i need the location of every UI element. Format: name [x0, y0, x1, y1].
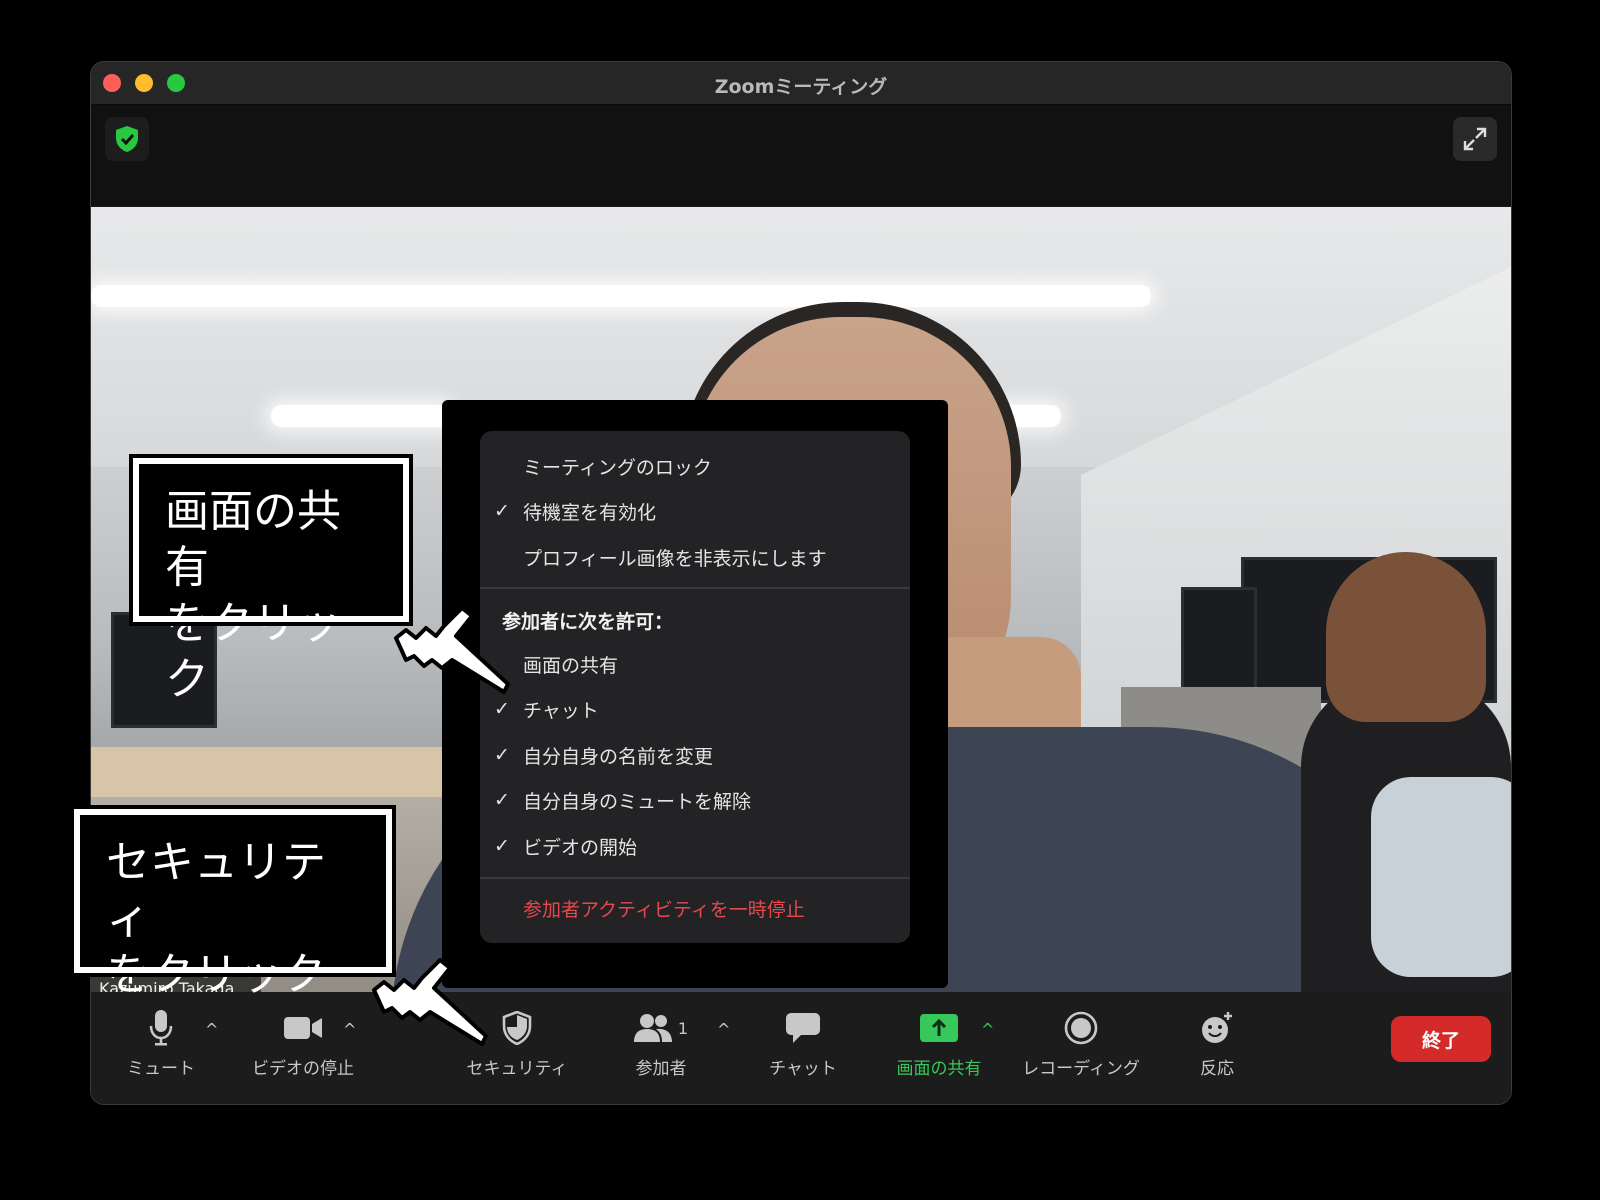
pointing-hand-icon	[394, 606, 510, 694]
fullscreen-icon[interactable]	[1453, 117, 1497, 161]
participants-icon: 1	[633, 1004, 689, 1052]
meeting-top-bar	[91, 105, 1511, 205]
checkmark-icon: ✓	[494, 789, 510, 811]
callout-click-security: セキュリティ をクリック	[70, 805, 396, 1000]
security-popup: ミーティングのロック ✓ 待機室を有効化 プロフィール画像を非表示にします 参加…	[442, 400, 948, 988]
video-options-caret[interactable]: ^	[343, 1020, 356, 1039]
callout-click-share-screen: 画面の共有 をクリック	[129, 454, 413, 705]
security-shield-icon	[502, 1004, 532, 1052]
emoji-reaction-icon	[1199, 1004, 1235, 1052]
participants-button[interactable]: 1 参加者	[619, 1004, 703, 1094]
meeting-toolbar: ミュート ^ ビデオの停止 ^ セキュリティ 1 参加者 ^ チャット 画面の共…	[91, 992, 1511, 1104]
menu-divider	[480, 877, 910, 879]
menu-item-hide-profile-pictures[interactable]: プロフィール画像を非表示にします	[480, 537, 910, 577]
microphone-icon	[149, 1004, 173, 1052]
background-person-hair	[1326, 552, 1486, 722]
menu-item-allow-start-video[interactable]: ✓ ビデオの開始	[480, 826, 910, 866]
menu-item-waiting-room[interactable]: ✓ 待機室を有効化	[480, 491, 910, 531]
chat-bubble-icon	[785, 1004, 821, 1052]
office-chair	[1371, 777, 1511, 977]
ceiling-light	[91, 285, 1151, 307]
end-meeting-button[interactable]: 終了	[1391, 1016, 1491, 1062]
ceiling-light	[271, 405, 451, 427]
security-menu: ミーティングのロック ✓ 待機室を有効化 プロフィール画像を非表示にします 参加…	[480, 431, 910, 943]
menu-item-allow-chat[interactable]: ✓ チャット	[480, 689, 910, 729]
chat-button[interactable]: チャット	[761, 1004, 845, 1094]
share-options-caret[interactable]: ^	[981, 1020, 994, 1039]
menu-item-allow-rename[interactable]: ✓ 自分自身の名前を変更	[480, 735, 910, 775]
menu-item-allow-share-screen[interactable]: 画面の共有	[480, 644, 910, 684]
mute-button[interactable]: ミュート	[121, 1004, 201, 1094]
checkmark-icon: ✓	[494, 500, 510, 522]
checkmark-icon: ✓	[494, 698, 510, 720]
window-title: Zoomミーティング	[714, 76, 888, 98]
title-bar: Zoomミーティング	[91, 62, 1511, 105]
menu-item-allow-unmute[interactable]: ✓ 自分自身のミュートを解除	[480, 780, 910, 820]
encryption-shield-icon[interactable]	[105, 117, 149, 161]
checkmark-icon: ✓	[494, 744, 510, 766]
office-desk	[91, 747, 451, 797]
video-camera-icon	[283, 1004, 323, 1052]
checkmark-icon: ✓	[494, 835, 510, 857]
allow-participants-header: 参加者に次を許可：	[502, 611, 674, 633]
menu-divider	[480, 587, 910, 589]
participants-count: 1	[677, 1018, 689, 1038]
participants-options-caret[interactable]: ^	[717, 1020, 730, 1039]
stop-video-button[interactable]: ビデオの停止	[243, 1004, 363, 1094]
menu-item-lock-meeting[interactable]: ミーティングのロック	[480, 446, 910, 486]
audio-options-caret[interactable]: ^	[205, 1020, 218, 1039]
office-monitor	[1181, 587, 1257, 693]
record-icon	[1064, 1004, 1098, 1052]
recording-button[interactable]: レコーディング	[1021, 1004, 1141, 1094]
pointing-hand-icon	[372, 958, 488, 1046]
reactions-button[interactable]: 反応	[1181, 1004, 1253, 1094]
share-screen-button[interactable]: 画面の共有	[891, 1004, 987, 1094]
share-screen-icon	[919, 1004, 959, 1052]
menu-item-suspend-activities[interactable]: 参加者アクティビティを一時停止	[480, 888, 910, 928]
